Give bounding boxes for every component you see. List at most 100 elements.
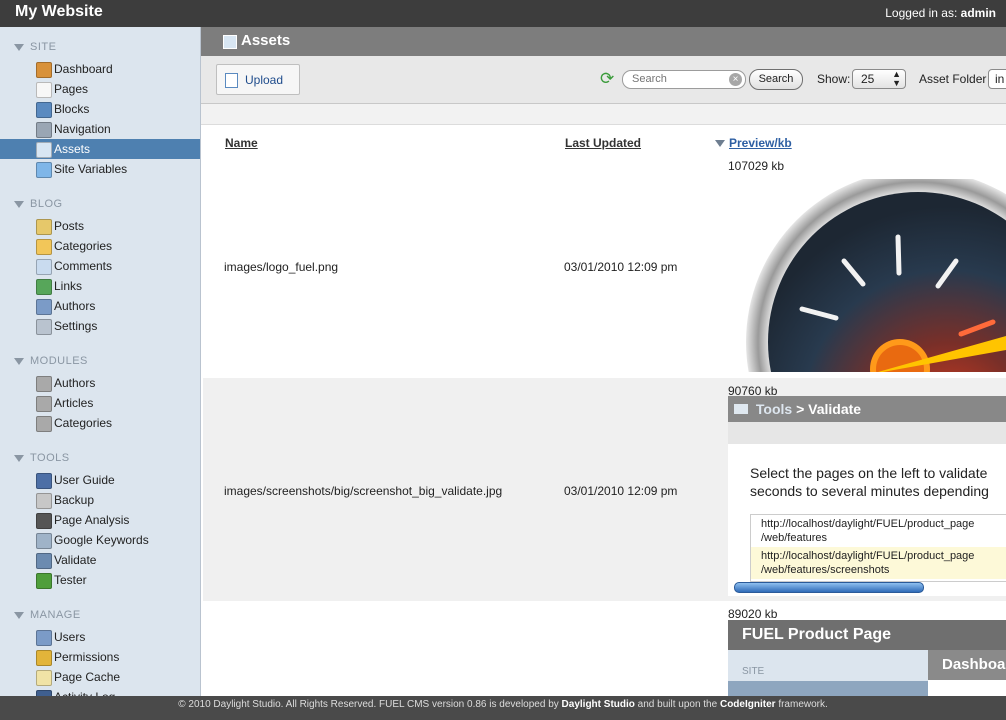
table-row[interactable]: 89020 kb FUEL Product Page SITE Dashboa [203, 601, 1006, 696]
sidebar-item-links[interactable]: Links [0, 276, 200, 296]
bug-icon [36, 573, 52, 589]
sidebar-section-site[interactable]: SITE [14, 41, 56, 53]
sidebar-section-manage[interactable]: MANAGE [14, 609, 81, 621]
sidebar-item-label: Permissions [54, 650, 120, 664]
speech-bubble-icon [36, 259, 52, 275]
folder-icon [36, 239, 52, 255]
sidebar-item-label: Page Analysis [54, 513, 130, 527]
sidebar-section-title: MANAGE [30, 609, 81, 621]
search-button[interactable]: Search [749, 69, 803, 90]
page-cache-icon [36, 670, 52, 686]
sidebar-item-categories[interactable]: Categories [0, 236, 200, 256]
html-icon [734, 404, 748, 414]
sidebar-section-tools[interactable]: TOOLS [14, 452, 70, 464]
sidebar-item-dashboard[interactable]: Dashboard [0, 59, 200, 79]
asset-name[interactable]: images/screenshots/big/screenshot_big_va… [224, 484, 502, 498]
clear-search-icon[interactable]: × [729, 73, 742, 86]
preview-text-line: Select the pages on the left to validate [750, 465, 988, 481]
sidebar-item-backup[interactable]: Backup [0, 490, 200, 510]
sidebar-item-users[interactable]: Users [0, 627, 200, 647]
preview-url-text: /web/features/screenshots [761, 564, 890, 576]
filter-band [201, 104, 1006, 125]
collapse-triangle-icon[interactable] [14, 611, 24, 619]
magnifier-icon [36, 533, 52, 549]
footer-developer-link[interactable]: Daylight Studio [562, 699, 635, 710]
asset-folder-select[interactable]: in [988, 69, 1006, 89]
drive-icon [36, 493, 52, 509]
sidebar-item-assets[interactable]: Assets [0, 139, 200, 159]
preview-sidebar: SITE [728, 650, 928, 696]
sidebar-item-permissions[interactable]: Permissions [0, 647, 200, 667]
collapse-triangle-icon[interactable] [14, 454, 24, 462]
collapse-triangle-icon[interactable] [14, 357, 24, 365]
sidebar-item-categories[interactable]: Categories [0, 413, 200, 433]
refresh-icon[interactable]: ⟳ [600, 70, 614, 87]
preview-validate: Validate [808, 401, 862, 417]
site-title[interactable]: My Website [15, 3, 103, 21]
sidebar-item-label: Pages [54, 82, 89, 96]
sidebar-item-blocks[interactable]: Blocks [0, 99, 200, 119]
asset-preview-image[interactable]: FUEL Product Page SITE Dashboa [728, 620, 1006, 696]
gear-icon [36, 416, 52, 432]
table-row[interactable]: images/screenshots/big/screenshot_big_va… [203, 378, 1006, 601]
show-select[interactable]: 25 ▲ ▼ [852, 69, 906, 89]
sidebar-item-authors[interactable]: Authors [0, 296, 200, 316]
upload-label: Upload [245, 73, 284, 87]
sidebar-item-validate[interactable]: Validate [0, 550, 200, 570]
asset-name[interactable]: images/logo_fuel.png [224, 260, 338, 274]
sidebar-item-tester[interactable]: Tester [0, 570, 200, 590]
column-header-preview[interactable]: Preview/kb [729, 136, 792, 150]
sidebar-section-modules[interactable]: MODULES [14, 355, 88, 367]
asset-size: 107029 kb [728, 159, 785, 173]
sidebar-item-settings[interactable]: Settings [0, 316, 200, 336]
sidebar-section-title: MODULES [30, 355, 88, 367]
sidebar-item-posts[interactable]: Posts [0, 216, 200, 236]
book-icon [36, 473, 52, 489]
table-row[interactable]: images/logo_fuel.png 03/01/2010 12:09 pm… [203, 155, 1006, 378]
sidebar-item-page-analysis[interactable]: Page Analysis [0, 510, 200, 530]
sidebar-item-user-guide[interactable]: User Guide [0, 470, 200, 490]
sidebar-item-comments[interactable]: Comments [0, 256, 200, 276]
sidebar-item-authors[interactable]: Authors [0, 373, 200, 393]
pages-icon [36, 82, 52, 98]
main-header: Assets [201, 27, 1006, 56]
sidebar-item-google-keywords[interactable]: Google Keywords [0, 530, 200, 550]
assets-icon [36, 142, 52, 158]
sidebar-item-articles[interactable]: Articles [0, 393, 200, 413]
sidebar-item-page-cache[interactable]: Page Cache [0, 667, 200, 687]
sidebar-item-label: Validate [54, 553, 97, 567]
sidebar-item-label: Categories [54, 416, 113, 430]
collapse-triangle-icon[interactable] [14, 43, 24, 51]
search-input[interactable] [632, 72, 724, 86]
sidebar-item-label: Links [54, 279, 83, 293]
asset-preview-image[interactable] [728, 179, 1006, 372]
sidebar-item-navigation[interactable]: Navigation [0, 119, 200, 139]
globe-icon [36, 279, 52, 295]
binoculars-icon [36, 513, 52, 529]
stepper-arrows-icon: ▲ ▼ [892, 69, 901, 88]
collapse-triangle-icon[interactable] [14, 200, 24, 208]
preview-progress-bar [734, 582, 924, 593]
html-icon [36, 553, 52, 569]
column-header-name[interactable]: Name [225, 136, 258, 150]
sidebar-item-label: Posts [54, 219, 85, 233]
sidebar-item-label: Backup [54, 493, 95, 507]
asset-preview-image[interactable]: Tools > Validate Select the pages on the… [728, 396, 1006, 596]
footer-middle: and built upon the [637, 699, 718, 710]
footer-framework-link[interactable]: CodeIgniter [720, 699, 776, 710]
upload-button[interactable]: Upload [216, 64, 300, 95]
settings-icon [36, 319, 52, 335]
sidebar-item-site-variables[interactable]: Site Variables [0, 159, 200, 179]
preview-url: http://localhost/daylight/FUEL/product_p… [751, 547, 1006, 579]
sidebar-item-pages[interactable]: Pages [0, 79, 200, 99]
gear-icon [36, 396, 52, 412]
sidebar-section-blog[interactable]: BLOG [14, 198, 63, 210]
footer-end: framework. [778, 699, 828, 710]
sidebar-item-label: Categories [54, 239, 113, 253]
asset-size: 89020 kb [728, 607, 778, 621]
column-header-last-updated[interactable]: Last Updated [565, 136, 641, 150]
asset-folder-label: Asset Folder [919, 72, 987, 86]
sidebar-item-label: User Guide [54, 473, 115, 487]
preview-tools: Tools [755, 401, 793, 417]
username[interactable]: admin [961, 6, 996, 20]
